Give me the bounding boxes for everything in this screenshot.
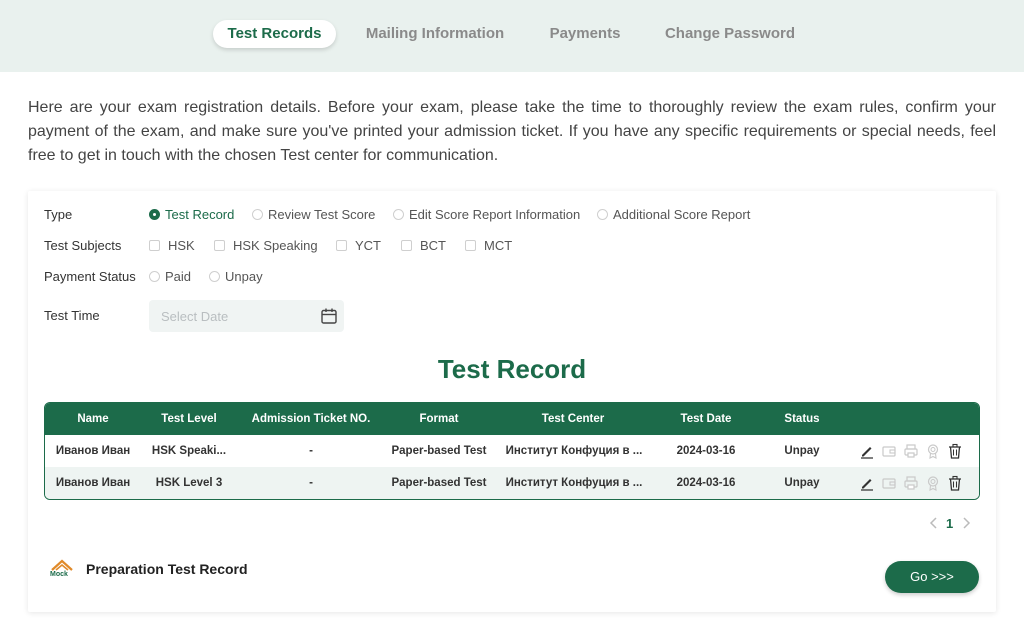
cell-test-center: Институт Конфуция в ... xyxy=(505,445,643,457)
cell-format: Paper-based Test xyxy=(391,477,487,489)
type-option-edit-score-report[interactable]: Edit Score Report Information xyxy=(393,207,580,222)
option-label: Review Test Score xyxy=(268,207,376,222)
trash-icon[interactable] xyxy=(947,475,963,491)
cell-test-level: HSK Level 3 xyxy=(155,477,223,489)
th-test-date: Test Date xyxy=(680,413,732,425)
option-label: BCT xyxy=(420,238,446,253)
type-option-additional-score-report[interactable]: Additional Score Report xyxy=(597,207,750,222)
mock-logo-icon xyxy=(51,559,73,571)
records-card: Type Test Record Review Test Score Edit … xyxy=(28,191,996,612)
option-label: HSK Speaking xyxy=(233,238,318,253)
test-date-picker[interactable] xyxy=(149,300,344,332)
test-subjects-label: Test Subjects xyxy=(44,238,122,253)
pagination-page[interactable]: 1 xyxy=(946,516,953,531)
edit-icon[interactable] xyxy=(859,475,875,491)
intro-text: Here are your exam registration details.… xyxy=(28,99,996,164)
checkbox-icon xyxy=(336,240,347,251)
chevron-right-icon[interactable] xyxy=(960,516,972,530)
wallet-icon[interactable] xyxy=(881,443,897,459)
radio-checked-icon xyxy=(149,209,160,220)
tab-change-password[interactable]: Change Password xyxy=(660,20,800,48)
subject-checkbox-yct[interactable]: YCT xyxy=(336,238,381,253)
row-actions xyxy=(859,475,969,493)
th-test-level: Test Level xyxy=(161,413,217,425)
radio-icon xyxy=(209,271,220,282)
cell-format: Paper-based Test xyxy=(391,445,487,457)
print-icon[interactable] xyxy=(903,443,919,459)
date-input[interactable] xyxy=(149,300,309,332)
cell-status: Unpay xyxy=(784,477,820,489)
payment-option-paid[interactable]: Paid xyxy=(149,269,191,284)
certificate-icon[interactable] xyxy=(925,475,941,491)
cell-status: Unpay xyxy=(784,445,820,457)
option-label: Unpay xyxy=(225,269,263,284)
th-test-center: Test Center xyxy=(541,413,605,425)
option-label: HSK xyxy=(168,238,195,253)
type-option-test-record[interactable]: Test Record xyxy=(149,207,234,222)
certificate-icon[interactable] xyxy=(925,443,941,459)
th-name: Name xyxy=(77,413,109,425)
type-option-review-test-score[interactable]: Review Test Score xyxy=(252,207,375,222)
payment-option-unpay[interactable]: Unpay xyxy=(209,269,263,284)
cell-test-date: 2024-03-16 xyxy=(676,445,736,457)
tab-test-records[interactable]: Test Records xyxy=(213,20,336,48)
option-label: YCT xyxy=(355,238,381,253)
cell-name: Иванов Иван xyxy=(55,445,131,457)
edit-icon[interactable] xyxy=(859,443,875,459)
subject-checkbox-bct[interactable]: BCT xyxy=(401,238,446,253)
cell-test-center: Институт Конфуция в ... xyxy=(505,477,643,489)
checkbox-icon xyxy=(465,240,476,251)
radio-icon xyxy=(597,209,608,220)
option-label: Paid xyxy=(165,269,192,284)
mock-logo-text: Mock xyxy=(50,571,68,578)
radio-icon xyxy=(252,209,263,220)
payment-status-label: Payment Status xyxy=(44,269,136,284)
checkbox-icon xyxy=(214,240,225,251)
calendar-icon[interactable] xyxy=(320,307,338,325)
cell-name: Иванов Иван xyxy=(55,477,131,489)
type-label: Type xyxy=(44,207,73,222)
option-label: Test Record xyxy=(165,207,235,222)
th-status: Status xyxy=(784,413,820,425)
subject-checkbox-hsk-speaking[interactable]: HSK Speaking xyxy=(214,238,318,253)
test-record-table: Name Test Level Admission Ticket NO. For… xyxy=(44,402,980,500)
table-header: Name Test Level Admission Ticket NO. For… xyxy=(45,403,979,435)
checkbox-icon xyxy=(149,240,160,251)
section-title: Test Record xyxy=(437,354,587,384)
tab-mailing-information[interactable]: Mailing Information xyxy=(360,20,510,48)
cell-test-level: HSK Speaki... xyxy=(151,445,227,457)
tab-payments[interactable]: Payments xyxy=(540,20,630,48)
table-row: Иванов Иван HSK Speaki... - Paper-based … xyxy=(45,435,979,467)
preparation-title: Preparation Test Record xyxy=(86,561,248,577)
table-row: Иванов Иван HSK Level 3 - Paper-based Te… xyxy=(45,467,979,499)
th-admission-ticket: Admission Ticket NO. xyxy=(251,413,371,425)
radio-icon xyxy=(149,271,160,282)
row-actions xyxy=(859,443,969,461)
th-format: Format xyxy=(419,413,459,425)
option-label: Edit Score Report Information xyxy=(409,207,581,222)
top-tab-bar: Test Records Mailing Information Payment… xyxy=(0,0,1024,72)
option-label: Additional Score Report xyxy=(613,207,751,222)
option-label: MCT xyxy=(484,238,513,253)
radio-icon xyxy=(393,209,404,220)
print-icon[interactable] xyxy=(903,475,919,491)
checkbox-icon xyxy=(401,240,412,251)
go-button[interactable]: Go >>> xyxy=(885,561,979,593)
cell-test-date: 2024-03-16 xyxy=(676,477,736,489)
cell-ticket: - xyxy=(309,445,313,457)
test-time-label: Test Time xyxy=(44,308,100,323)
cell-ticket: - xyxy=(309,477,313,489)
chevron-left-icon[interactable] xyxy=(928,516,940,530)
subject-checkbox-hsk[interactable]: HSK xyxy=(149,238,195,253)
wallet-icon[interactable] xyxy=(881,475,897,491)
trash-icon[interactable] xyxy=(947,443,963,459)
subject-checkbox-mct[interactable]: MCT xyxy=(465,238,512,253)
